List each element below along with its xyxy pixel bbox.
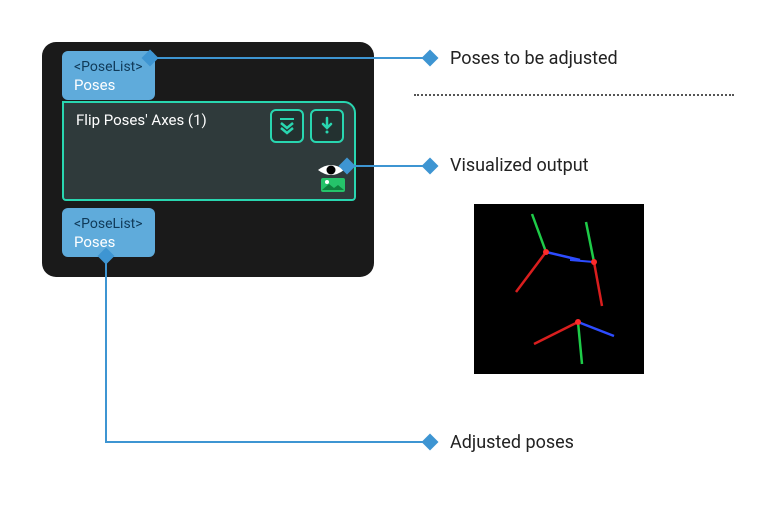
collapse-button[interactable] <box>270 109 304 143</box>
input-port[interactable]: <PoseList> Poses <box>62 51 155 100</box>
annotation-output: Adjusted poses <box>450 432 574 453</box>
eye-icon <box>316 162 346 178</box>
output-port-name: Poses <box>74 233 143 251</box>
input-port-type: <PoseList> <box>74 58 143 76</box>
collapse-icon <box>277 116 297 136</box>
download-icon <box>317 116 337 136</box>
node-title: Flip Poses' Axes (1) <box>76 111 207 129</box>
annotation-input: Poses to be adjusted <box>450 48 618 69</box>
node-card: Flip Poses' Axes (1) <box>62 101 356 201</box>
axes-preview <box>474 204 644 374</box>
output-port-type: <PoseList> <box>74 215 143 233</box>
input-port-name: Poses <box>74 76 143 94</box>
visualize-button[interactable] <box>316 162 346 193</box>
output-port[interactable]: <PoseList> Poses <box>62 208 155 257</box>
divider-line <box>414 94 734 96</box>
picture-icon <box>320 177 346 193</box>
download-button[interactable] <box>310 109 344 143</box>
axes-preview-svg <box>474 204 644 374</box>
annotation-visual: Visualized output <box>450 155 589 176</box>
